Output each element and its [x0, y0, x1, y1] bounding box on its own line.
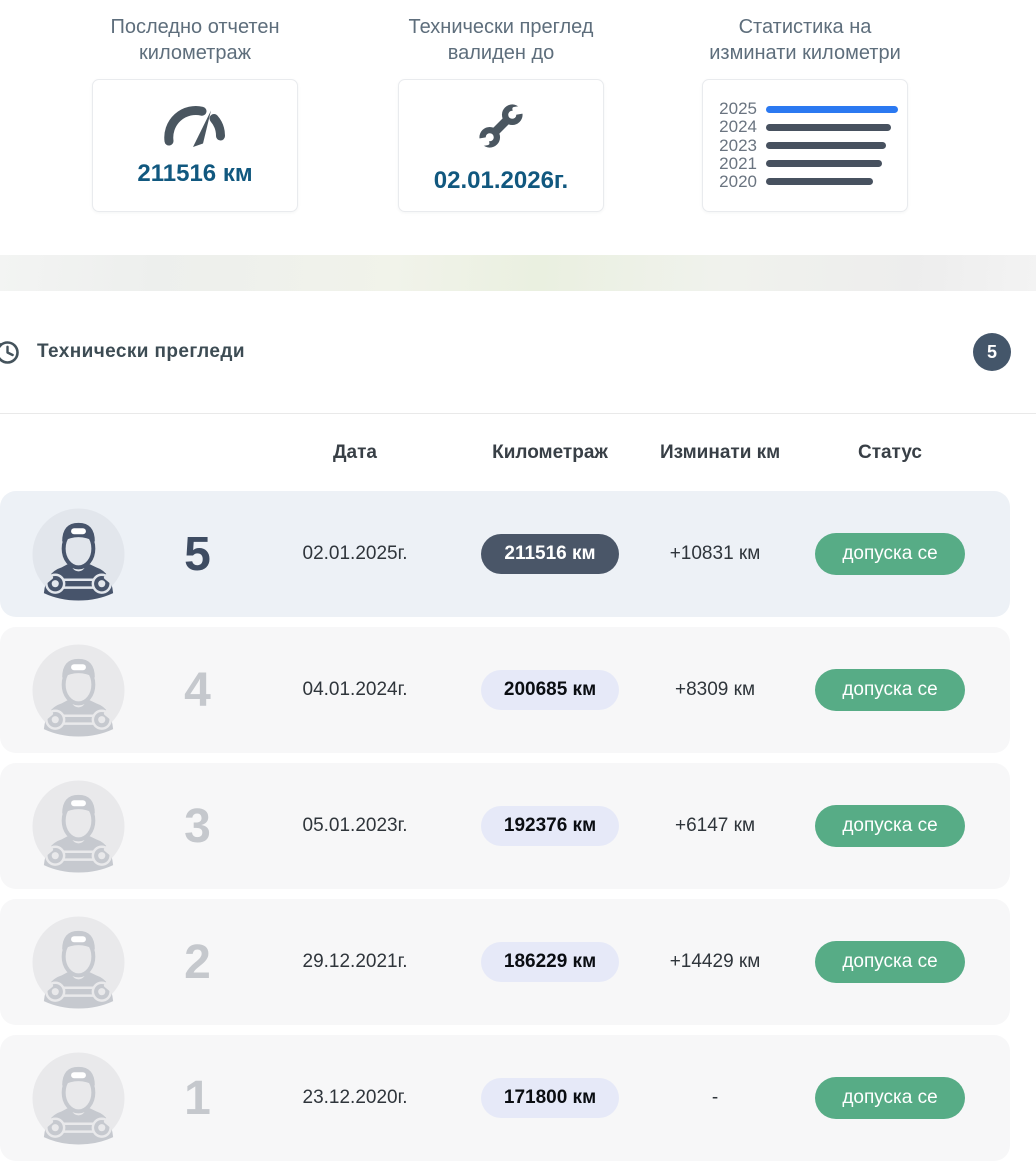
- last-mileage-value: 211516 км: [137, 160, 252, 188]
- mechanic-avatar-icon: [32, 916, 125, 1009]
- delta-km: +10831 км: [660, 543, 770, 565]
- column-header-mileage: Километраж: [440, 442, 660, 464]
- column-header-status: Статус: [770, 442, 1010, 464]
- mileage-pill: 200685 км: [481, 670, 619, 710]
- mileage-bar: [766, 106, 898, 113]
- delta-km: +8309 км: [660, 679, 770, 701]
- inspection-date: 04.01.2024г.: [270, 679, 440, 701]
- inspection-number: 1: [125, 1071, 270, 1126]
- mileage-pill: 192376 км: [481, 806, 619, 846]
- summary-card-last-mileage: Последно отчетен километраж 211516 км: [92, 14, 298, 212]
- mechanic-avatar-icon: [32, 780, 125, 873]
- inspection-date: 23.12.2020г.: [270, 1087, 440, 1109]
- mileage-stats-card: 2025 2024 2023 2021 2020: [702, 79, 908, 212]
- photo-strip: [0, 255, 1036, 291]
- inspection-number: 5: [125, 527, 270, 582]
- year-label: 2024: [711, 117, 757, 137]
- summary-section: Последно отчетен километраж 211516 км Те…: [0, 0, 1036, 255]
- mileage-bar-chart: 2025 2024 2023 2021 2020: [703, 100, 907, 191]
- section-title: Технически прегледи: [37, 341, 245, 363]
- inspection-count-badge: 5: [973, 333, 1011, 371]
- year-label: 2025: [711, 99, 757, 119]
- inspection-number: 4: [125, 663, 270, 718]
- card-title: Технически преглед валиден до: [398, 14, 604, 66]
- status-button[interactable]: допуска се: [815, 669, 964, 711]
- inspection-row[interactable]: 4 04.01.2024г. 200685 км +8309 км допуск…: [0, 627, 1010, 753]
- summary-card-inspection-valid: Технически преглед валиден до: [398, 14, 604, 212]
- mileage-bar: [766, 142, 886, 149]
- avatar: [0, 1052, 125, 1145]
- chart-row: 2023: [711, 136, 899, 154]
- clock-history-icon: [0, 339, 20, 366]
- chart-row: 2024: [711, 118, 899, 136]
- card-title: Статистика на изминати километри: [702, 14, 908, 66]
- avatar: [0, 780, 125, 873]
- inspection-row[interactable]: 5 02.01.2025г. 211516 км +10831 км допус…: [0, 491, 1010, 617]
- delta-km: +6147 км: [660, 815, 770, 837]
- inspection-date: 02.01.2025г.: [270, 543, 440, 565]
- inspection-number: 3: [125, 799, 270, 854]
- mileage-pill: 211516 км: [481, 534, 618, 574]
- mileage-bar: [766, 160, 882, 167]
- inspections-list: 5 02.01.2025г. 211516 км +10831 км допус…: [0, 491, 1036, 1161]
- avatar: [0, 644, 125, 737]
- chart-row: 2025: [711, 100, 899, 118]
- year-label: 2023: [711, 136, 757, 156]
- inspections-header: Технически прегледи 5: [0, 291, 1036, 414]
- mileage-bar: [766, 178, 873, 185]
- mileage-pill: 171800 км: [481, 1078, 619, 1118]
- year-label: 2020: [711, 172, 757, 192]
- status-button[interactable]: допуска се: [815, 1077, 964, 1119]
- avatar: [0, 916, 125, 1009]
- inspection-date: 05.01.2023г.: [270, 815, 440, 837]
- card-title: Последно отчетен километраж: [92, 14, 298, 66]
- delta-km: +14429 км: [660, 951, 770, 973]
- inspection-date: 29.12.2021г.: [270, 951, 440, 973]
- status-button[interactable]: допуска се: [815, 941, 964, 983]
- inspection-valid-value: 02.01.2026г.: [434, 167, 568, 195]
- inspection-valid-card: 02.01.2026г.: [398, 79, 604, 212]
- last-mileage-card: 211516 км: [92, 79, 298, 212]
- status-button[interactable]: допуска се: [815, 805, 964, 847]
- column-header-delta: Изминати км: [660, 442, 770, 464]
- inspection-row[interactable]: 2 29.12.2021г. 186229 км +14429 км допус…: [0, 899, 1010, 1025]
- year-label: 2021: [711, 154, 757, 174]
- mileage-bar: [766, 124, 891, 131]
- mechanic-avatar-icon: [32, 644, 125, 737]
- mileage-pill: 186229 км: [481, 942, 619, 982]
- column-header-date: Дата: [270, 442, 440, 464]
- status-button[interactable]: допуска се: [815, 533, 964, 575]
- chart-row: 2020: [711, 173, 899, 191]
- mechanic-avatar-icon: [32, 508, 125, 601]
- inspection-row[interactable]: 1 23.12.2020г. 171800 км - допуска се: [0, 1035, 1010, 1161]
- chart-row: 2021: [711, 155, 899, 173]
- summary-card-mileage-stats: Статистика на изминати километри 2025 20…: [702, 14, 908, 212]
- speedometer-icon: [162, 103, 228, 149]
- avatar: [0, 508, 125, 601]
- delta-km: -: [660, 1087, 770, 1109]
- wrench-icon: [471, 96, 531, 156]
- mechanic-avatar-icon: [32, 1052, 125, 1145]
- inspection-number: 2: [125, 935, 270, 990]
- table-header: Дата Километраж Изминати км Статус: [0, 414, 1010, 491]
- inspection-row[interactable]: 3 05.01.2023г. 192376 км +6147 км допуск…: [0, 763, 1010, 889]
